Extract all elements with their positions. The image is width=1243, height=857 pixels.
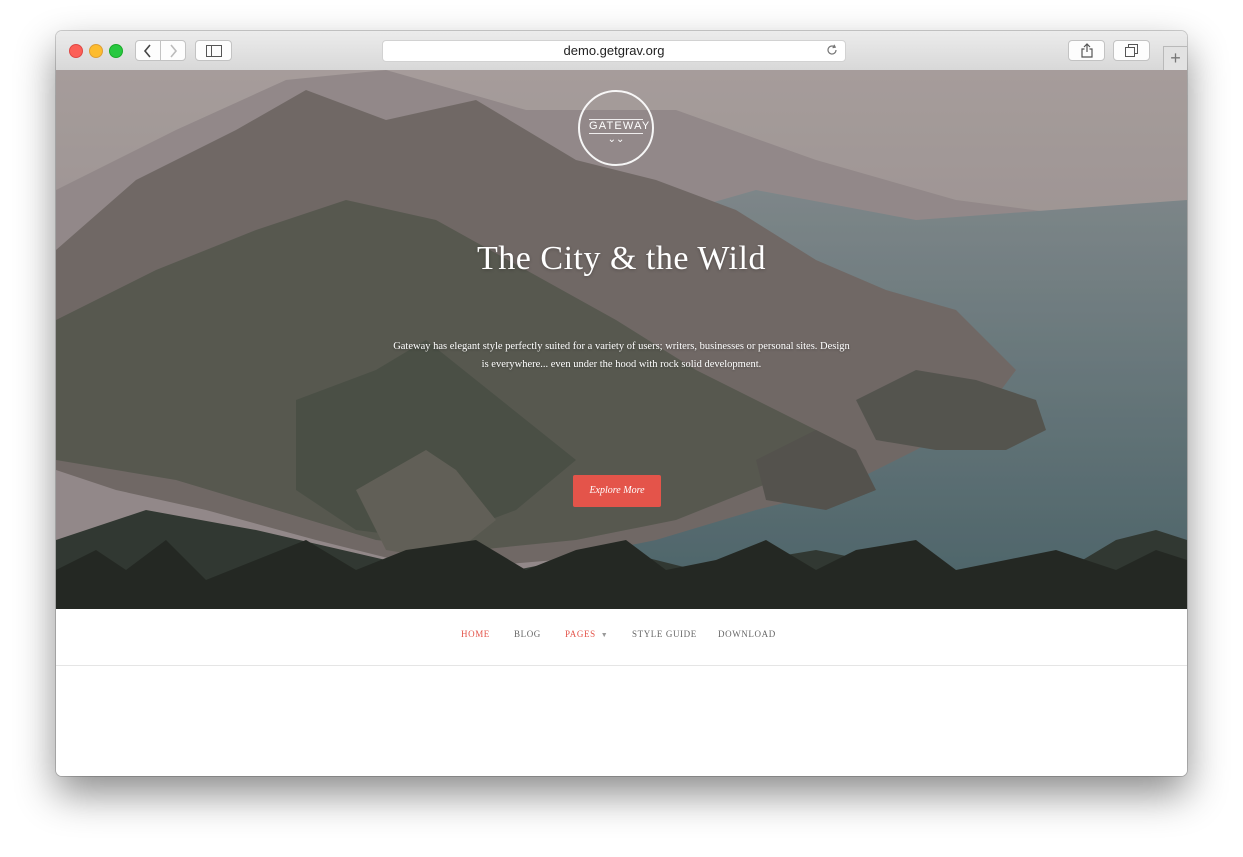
reload-icon[interactable] <box>826 42 838 62</box>
nav-item-blog[interactable]: BLOG <box>514 609 541 665</box>
browser-toolbar: demo.getgrav.org + <box>56 31 1187 71</box>
page-content <box>56 666 1187 776</box>
nav-item-label: DOWNLOAD <box>718 629 776 639</box>
nav-item-label: BLOG <box>514 629 541 639</box>
main-navigation: HOME BLOG PAGES ▼ STYLE GUIDE DOWNLOAD <box>56 609 1187 666</box>
tab-overview-button[interactable] <box>1113 40 1150 61</box>
nav-item-style-guide[interactable]: STYLE GUIDE <box>632 609 697 665</box>
close-window-button[interactable] <box>69 44 83 58</box>
chevron-left-icon <box>143 43 151 58</box>
browser-window: demo.getgrav.org + GATEWAY ⌄⌄ The City &… <box>56 31 1187 776</box>
nav-item-label: STYLE GUIDE <box>632 629 697 639</box>
sidebar-icon <box>205 44 222 57</box>
share-icon <box>1080 43 1093 58</box>
url-text: demo.getgrav.org <box>563 43 665 58</box>
maximize-window-button[interactable] <box>109 44 123 58</box>
share-button[interactable] <box>1068 40 1105 61</box>
sidebar-toggle-button[interactable] <box>195 40 232 61</box>
new-tab-button[interactable]: + <box>1163 46 1187 70</box>
nav-item-home[interactable]: HOME <box>461 609 490 665</box>
hero-section: GATEWAY ⌄⌄ The City & the Wild Gateway h… <box>56 70 1187 609</box>
back-button[interactable] <box>135 40 161 61</box>
nav-item-label: HOME <box>461 629 490 639</box>
nav-item-download[interactable]: DOWNLOAD <box>718 609 776 665</box>
caret-down-icon: ▼ <box>600 631 609 639</box>
double-chevron-down-icon: ⌄⌄ <box>607 134 625 145</box>
chevron-right-icon <box>170 43 178 58</box>
hero-description: Gateway has elegant style perfectly suit… <box>393 341 850 370</box>
forward-button[interactable] <box>160 40 186 61</box>
plus-icon: + <box>1170 48 1181 68</box>
nav-item-label: PAGES <box>565 629 596 639</box>
explore-more-button[interactable]: Explore More <box>573 475 661 507</box>
hero-title: The City & the Wild <box>477 240 766 277</box>
minimize-window-button[interactable] <box>89 44 103 58</box>
nav-item-pages[interactable]: PAGES ▼ <box>565 609 608 665</box>
tabs-overview-icon <box>1125 44 1138 57</box>
gateway-logo[interactable]: GATEWAY ⌄⌄ <box>578 90 654 166</box>
logo-text: GATEWAY <box>589 119 651 134</box>
address-bar[interactable]: demo.getgrav.org <box>382 40 846 62</box>
